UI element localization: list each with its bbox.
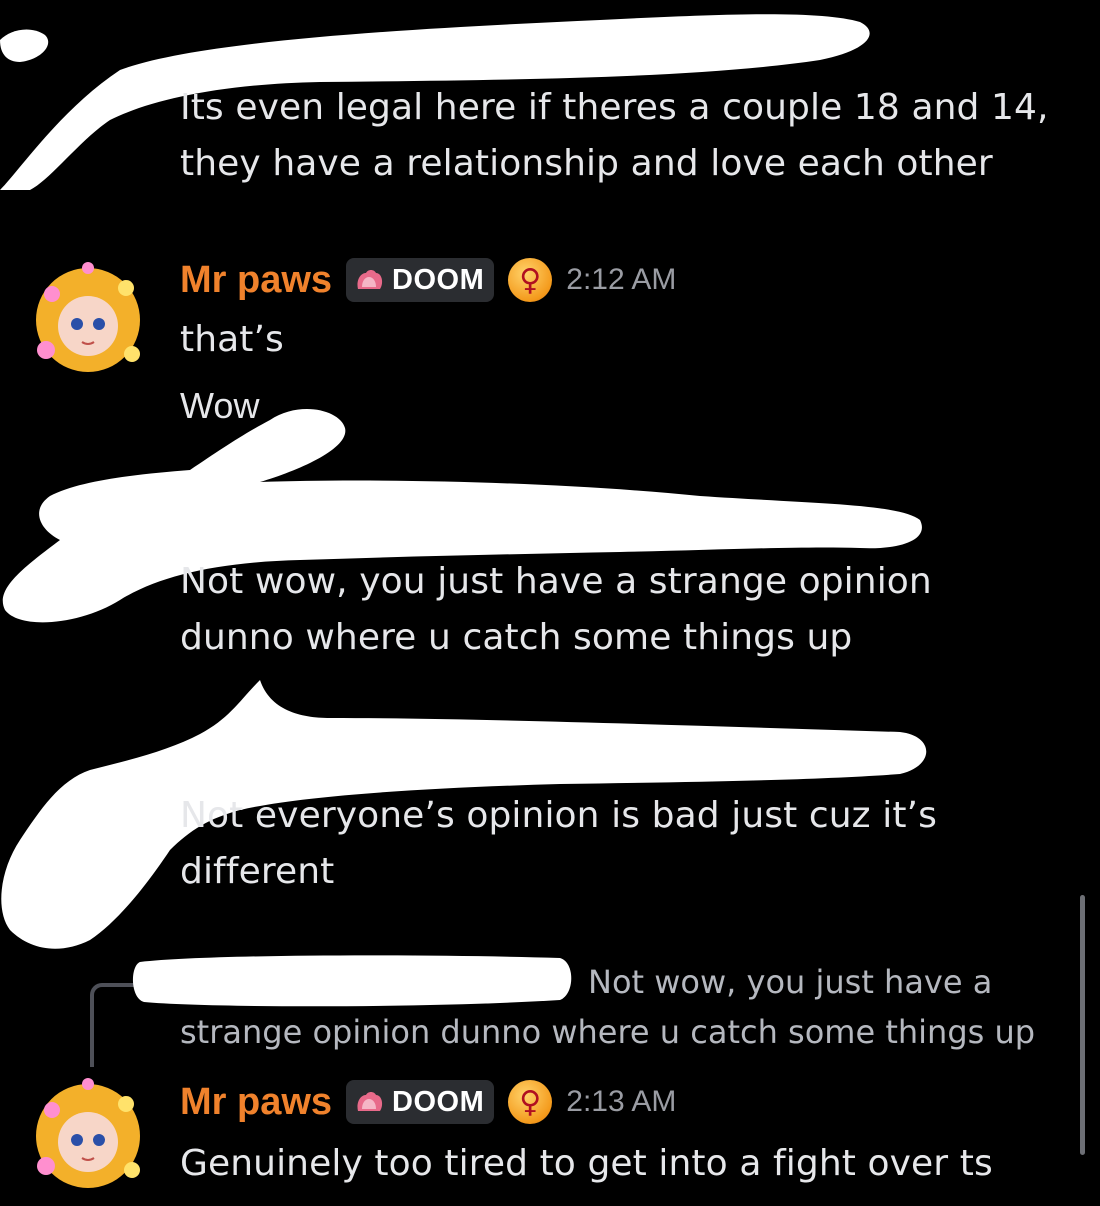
message-line: that’s: [180, 319, 284, 360]
reply-preview-text[interactable]: Not wow, you just have a: [588, 963, 992, 1001]
username[interactable]: Mr paws: [180, 259, 332, 302]
message-line: Its even legal here if theres a couple 1…: [180, 87, 1049, 128]
message-line: dunno where u catch some things up: [180, 617, 853, 658]
message-line: different: [180, 851, 335, 892]
reply-preview-text[interactable]: strange opinion dunno where u catch some…: [180, 1013, 1035, 1051]
tag-label: DOOM: [392, 1085, 485, 1118]
scrollbar[interactable]: [1080, 895, 1085, 1155]
message-header: Mr paws DOOM ♀ 2:12 AM: [180, 254, 676, 306]
reply-connector: [90, 983, 134, 1067]
server-tag[interactable]: DOOM: [346, 258, 495, 302]
badge-icon: [357, 270, 383, 289]
avatar[interactable]: [22, 1070, 154, 1202]
timestamp: 2:13 AM: [566, 1085, 677, 1118]
message-header: Mr paws DOOM ♀ 2:13 AM: [180, 1076, 676, 1128]
venus-symbol-icon[interactable]: ♀: [508, 258, 553, 302]
message-line: Not wow, you just have a strange opinion: [180, 561, 932, 602]
venus-symbol-icon[interactable]: ♀: [508, 1080, 553, 1124]
tag-label: DOOM: [392, 263, 485, 296]
message-line: Not everyone’s opinion is bad just cuz i…: [180, 795, 937, 836]
username[interactable]: Mr paws: [180, 1081, 332, 1124]
message-line: Genuinely too tired to get into a fight …: [180, 1143, 993, 1184]
server-tag[interactable]: DOOM: [346, 1080, 495, 1124]
message-line: they have a relationship and love each o…: [180, 143, 993, 184]
timestamp: 2:12 AM: [566, 263, 677, 296]
avatar[interactable]: [22, 254, 154, 386]
redaction-mark: [132, 955, 572, 1007]
badge-icon: [357, 1092, 383, 1111]
